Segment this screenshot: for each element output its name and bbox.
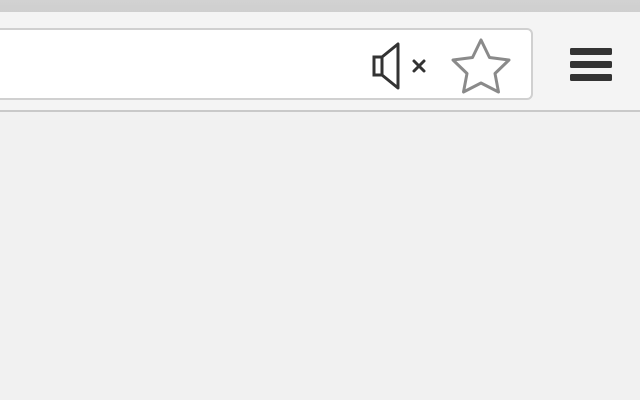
speaker-muted-icon bbox=[372, 42, 426, 90]
page-content-area bbox=[0, 112, 640, 400]
tab-strip-edge bbox=[0, 0, 640, 12]
mute-tab-button[interactable] bbox=[370, 40, 434, 92]
hamburger-menu-icon bbox=[570, 48, 612, 81]
browser-window bbox=[0, 0, 640, 400]
address-bar[interactable] bbox=[0, 28, 533, 100]
address-input[interactable] bbox=[6, 40, 370, 90]
bookmark-star-button[interactable] bbox=[446, 36, 516, 96]
browser-menu-button[interactable] bbox=[562, 38, 622, 92]
star-outline-icon bbox=[451, 38, 511, 94]
browser-toolbar bbox=[0, 12, 640, 112]
